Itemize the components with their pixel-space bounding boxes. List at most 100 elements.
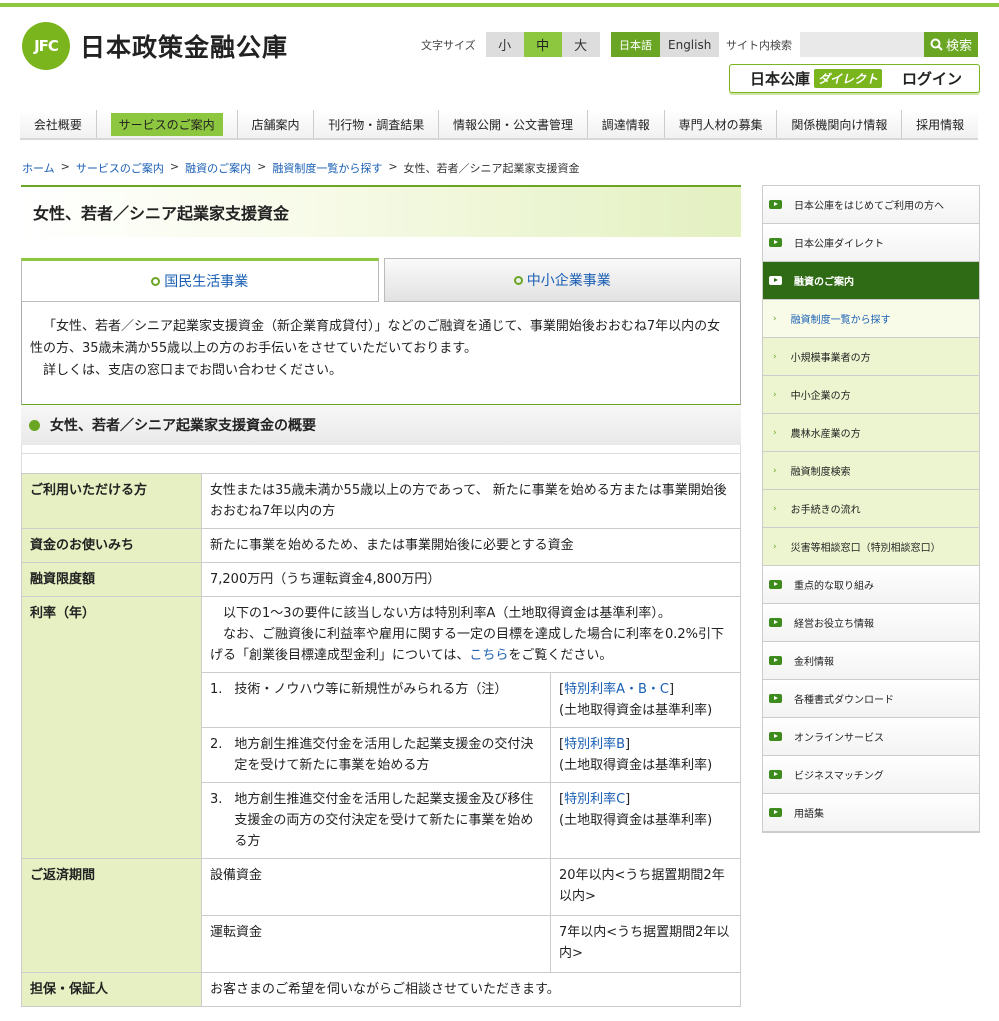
item-text: 技術・ノウハウ等に新規性がみられる方（注） <box>234 682 508 697</box>
arrow-right-icon <box>769 276 782 285</box>
repay-period: 7年以内<うち据置期間2年以内> <box>550 915 741 973</box>
gnav-services[interactable]: サービスのご案内 <box>97 110 238 138</box>
side-item-label: お手続きの流れ <box>790 505 861 516</box>
rate-value: [特別利率C] (土地取得資金は基準利率) <box>550 782 741 859</box>
gnav-label: 情報公開・公文書管理 <box>453 117 574 132</box>
business-tabs: 国民生活事業 中小企業事業 <box>21 258 741 302</box>
tab-label: 中小企業事業 <box>526 273 611 289</box>
gnav-specialist[interactable]: 専門人材の募集 <box>665 110 778 138</box>
row-header: 利率（年） <box>21 596 202 859</box>
breadcrumb-home[interactable]: ホーム <box>22 160 55 176</box>
search-input[interactable] <box>800 32 924 57</box>
gnav-label: サービスのご案内 <box>110 112 223 136</box>
lang-japanese-button[interactable]: 日本語 <box>611 32 660 57</box>
breadcrumb-loan-list[interactable]: 融資制度一覧から探す <box>272 160 382 176</box>
side-item-direct[interactable]: 日本公庫ダイレクト <box>763 224 979 262</box>
side-item-interest-rates[interactable]: 金利情報 <box>763 642 979 680</box>
tab-sme[interactable]: 中小企業事業 <box>383 258 741 302</box>
gnav-label: 調達情報 <box>601 117 650 132</box>
arrow-right-icon <box>769 656 782 665</box>
top-accent-bar <box>0 3 999 7</box>
direct-login-label: ログイン <box>902 70 963 88</box>
table-row: ご返済期間 設備資金 20年以内<うち据置期間2年以内> <box>21 858 741 973</box>
gnav-label: 会社概要 <box>33 117 82 132</box>
side-item-procedure[interactable]: › お手続きの流れ <box>763 490 979 528</box>
intro-text: 「女性、若者／シニア起業家支援資金（新企業育成貸付）」などのご融資を通じて、事業… <box>21 302 741 405</box>
rate-requirement: 1. 技術・ノウハウ等に新規性がみられる方（注） <box>201 672 551 728</box>
gnav-recruit[interactable]: 採用情報 <box>902 110 978 138</box>
site-logo[interactable]: JFC 日本政策金融公庫 <box>22 22 288 70</box>
font-size-medium-button[interactable]: 中 <box>523 32 562 57</box>
gnav-branches[interactable]: 店舗案内 <box>238 110 315 138</box>
breadcrumb-loans[interactable]: 融資のご案内 <box>185 160 251 176</box>
side-item-agriculture[interactable]: › 農林水産業の方 <box>763 414 979 452</box>
arrow-right-icon <box>769 200 782 209</box>
section-heading-text: 女性、若者／シニア起業家支援資金の概要 <box>50 418 316 434</box>
side-item-small-business[interactable]: › 小規模事業者の方 <box>763 338 979 376</box>
side-item-label: 金利情報 <box>794 657 834 668</box>
row-value: 女性または35歳未満か55歳以上の方であって、 新たに事業を始める方または事業開… <box>201 473 741 529</box>
search-button-label: 検索 <box>945 39 972 54</box>
item-number: 1. <box>210 682 223 697</box>
rate-description: 以下の1～3の要件に該当しない方は特別利率A（土地取得資金は基準利率）。 なお、… <box>201 596 741 673</box>
side-item-matching[interactable]: ビジネスマッチング <box>763 756 979 794</box>
direct-login-button[interactable]: 日本公庫 ダイレクト ログイン <box>729 64 980 93</box>
gnav-disclosure[interactable]: 情報公開・公文書管理 <box>439 110 588 138</box>
side-item-label: 重点的な取り組み <box>794 581 874 592</box>
special-rate-abc-link[interactable]: 特別利率A・B・C <box>564 682 669 697</box>
rate-text: をご覧ください。 <box>508 648 613 663</box>
gnav-publications[interactable]: 刊行物・調査結果 <box>314 110 440 138</box>
side-item-label: 各種書式ダウンロード <box>794 695 894 706</box>
side-item-loans[interactable]: 融資のご案内 <box>763 262 979 300</box>
special-rate-b-link[interactable]: 特別利率B <box>564 737 625 752</box>
arrow-right-icon <box>769 694 782 703</box>
side-item-loan-list[interactable]: › 融資制度一覧から探す <box>763 300 979 338</box>
arrow-right-icon <box>769 238 782 247</box>
loan-overview-table: ご利用いただける方 女性または35歳未満か55歳以上の方であって、 新たに事業を… <box>21 473 741 1007</box>
row-header: ご返済期間 <box>21 858 202 973</box>
language-switcher: 日本語 English <box>611 32 720 57</box>
side-item-sme[interactable]: › 中小企業の方 <box>763 376 979 414</box>
breadcrumb-services[interactable]: サービスのご案内 <box>76 160 164 176</box>
gnav-label: 刊行物・調査結果 <box>328 117 425 132</box>
logo-text: 日本政策金融公庫 <box>80 33 289 62</box>
small-arrow-icon: › <box>773 351 777 362</box>
search-icon <box>930 38 943 51</box>
item-text: 地方創生推進交付金を活用した起業支援金及び移住支援金の両方の交付決定を受けて新た… <box>234 792 534 849</box>
breadcrumb: ホーム > サービスのご案内 > 融資のご案内 > 融資制度一覧から探す > 女性、若者… <box>22 160 580 176</box>
side-item-loan-search[interactable]: › 融資制度検索 <box>763 452 979 490</box>
main-content: 女性、若者／シニア起業家支援資金 国民生活事業 中小企業事業 「女性、若者／シニ… <box>21 185 741 1007</box>
lang-english-button[interactable]: English <box>660 32 720 57</box>
gnav-procurement[interactable]: 調達情報 <box>588 110 665 138</box>
logo-badge: JFC <box>22 22 70 70</box>
search-button[interactable]: 検索 <box>924 32 978 57</box>
direct-tag: ダイレクト <box>814 69 883 88</box>
font-size-label: 文字サイズ <box>421 38 476 52</box>
side-item-online[interactable]: オンラインサービス <box>763 718 979 756</box>
side-item-management-info[interactable]: 経営お役立ち情報 <box>763 604 979 642</box>
side-item-label: 融資制度検索 <box>790 467 851 478</box>
repay-period: 20年以内<うち据置期間2年以内> <box>550 858 741 916</box>
rate-note: (土地取得資金は基準利率) <box>559 758 713 773</box>
tab-national-life[interactable]: 国民生活事業 <box>21 258 379 302</box>
side-item-glossary[interactable]: 用語集 <box>763 794 979 832</box>
side-item-disaster[interactable]: › 災害等相談窓口（特別相談窓口） <box>763 528 979 566</box>
repay-type: 運転資金 <box>201 915 551 973</box>
rate-requirement: 2. 地方創生推進交付金を活用した起業支援金の交付決定を受けて新たに事業を始める方 <box>201 727 551 783</box>
font-size-small-button[interactable]: 小 <box>485 32 524 57</box>
small-arrow-icon: › <box>773 389 777 400</box>
side-item-first-time[interactable]: 日本公庫をはじめてご利用の方へ <box>763 186 979 224</box>
gnav-partners[interactable]: 関係機関向け情報 <box>777 110 903 138</box>
target-rate-link[interactable]: こちら <box>469 648 508 663</box>
table-row: 資金のお使いみち 新たに事業を始めるため、または事業開始後に必要とする資金 <box>21 528 741 563</box>
side-item-label: 融資のご案内 <box>794 277 854 288</box>
side-item-forms[interactable]: 各種書式ダウンロード <box>763 680 979 718</box>
breadcrumb-current: 女性、若者／シニア起業家支援資金 <box>403 162 580 175</box>
rate-value: [特別利率A・B・C] (土地取得資金は基準利率) <box>550 672 741 728</box>
gnav-company[interactable]: 会社概要 <box>20 110 97 138</box>
row-header: 資金のお使いみち <box>21 528 202 563</box>
font-size-large-button[interactable]: 大 <box>561 32 600 57</box>
special-rate-c-link[interactable]: 特別利率C <box>564 792 625 807</box>
bullet-icon <box>29 419 40 431</box>
side-item-initiatives[interactable]: 重点的な取り組み <box>763 566 979 604</box>
